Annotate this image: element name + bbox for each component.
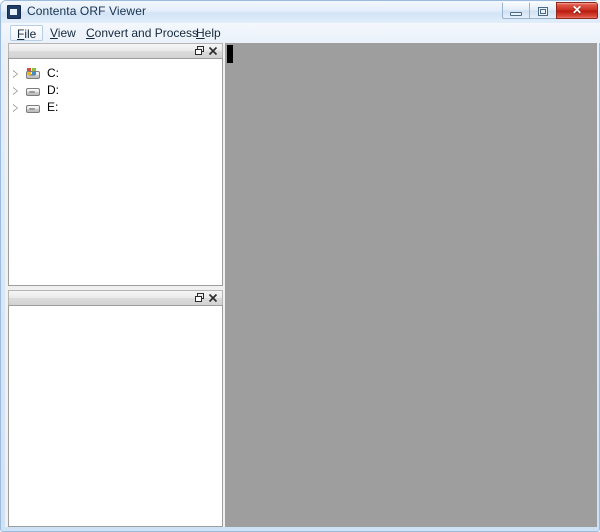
tree-item-drive-c[interactable]: C: bbox=[9, 65, 222, 82]
left-dock-column: C: D: E: bbox=[5, 43, 223, 527]
app-window-icon[interactable] bbox=[7, 5, 21, 19]
file-list-panel-header[interactable] bbox=[8, 290, 223, 305]
title-bar[interactable]: Contenta ORF Viewer ✕ bbox=[1, 1, 600, 23]
minimize-button[interactable] bbox=[502, 2, 529, 19]
float-panel-icon[interactable] bbox=[194, 45, 206, 57]
menu-item-convert-and-process[interactable]: Convert and Process bbox=[80, 25, 204, 41]
tree-item-label: D: bbox=[47, 83, 59, 97]
file-list-panel bbox=[8, 290, 223, 527]
menu-item-view[interactable]: View bbox=[44, 25, 82, 41]
image-preview-pane[interactable] bbox=[225, 43, 597, 527]
drive-icon bbox=[25, 85, 41, 97]
window-title: Contenta ORF Viewer bbox=[27, 4, 147, 18]
close-panel-icon[interactable] bbox=[207, 45, 219, 57]
folder-tree-panel: C: D: E: bbox=[8, 43, 223, 286]
client-area: C: D: E: bbox=[5, 43, 597, 527]
float-panel-icon[interactable] bbox=[194, 292, 206, 304]
application-window: Contenta ORF Viewer ✕ File View Convert … bbox=[0, 0, 600, 532]
tree-item-label: C: bbox=[47, 66, 59, 80]
file-list-body[interactable] bbox=[8, 305, 223, 527]
close-panel-icon[interactable] bbox=[207, 292, 219, 304]
drive-icon bbox=[25, 102, 41, 114]
system-drive-icon bbox=[25, 68, 41, 80]
menu-item-help[interactable]: Help bbox=[190, 25, 227, 41]
folder-tree-panel-header[interactable] bbox=[8, 43, 223, 58]
close-button[interactable]: ✕ bbox=[556, 2, 598, 19]
drive-tree: C: D: E: bbox=[9, 59, 222, 116]
menu-bar: File View Convert and Process Help bbox=[2, 23, 600, 43]
chevron-right-icon[interactable] bbox=[13, 104, 18, 112]
folder-tree-body[interactable]: C: D: E: bbox=[8, 58, 223, 286]
tree-item-label: E: bbox=[47, 100, 59, 114]
tree-item-drive-d[interactable]: D: bbox=[9, 82, 222, 99]
tree-item-drive-e[interactable]: E: bbox=[9, 99, 222, 116]
maximize-restore-button[interactable] bbox=[529, 2, 556, 19]
chevron-right-icon[interactable] bbox=[13, 70, 18, 78]
chevron-right-icon[interactable] bbox=[13, 87, 18, 95]
preview-caret-marker bbox=[227, 45, 233, 63]
menu-item-file[interactable]: File bbox=[10, 25, 44, 41]
